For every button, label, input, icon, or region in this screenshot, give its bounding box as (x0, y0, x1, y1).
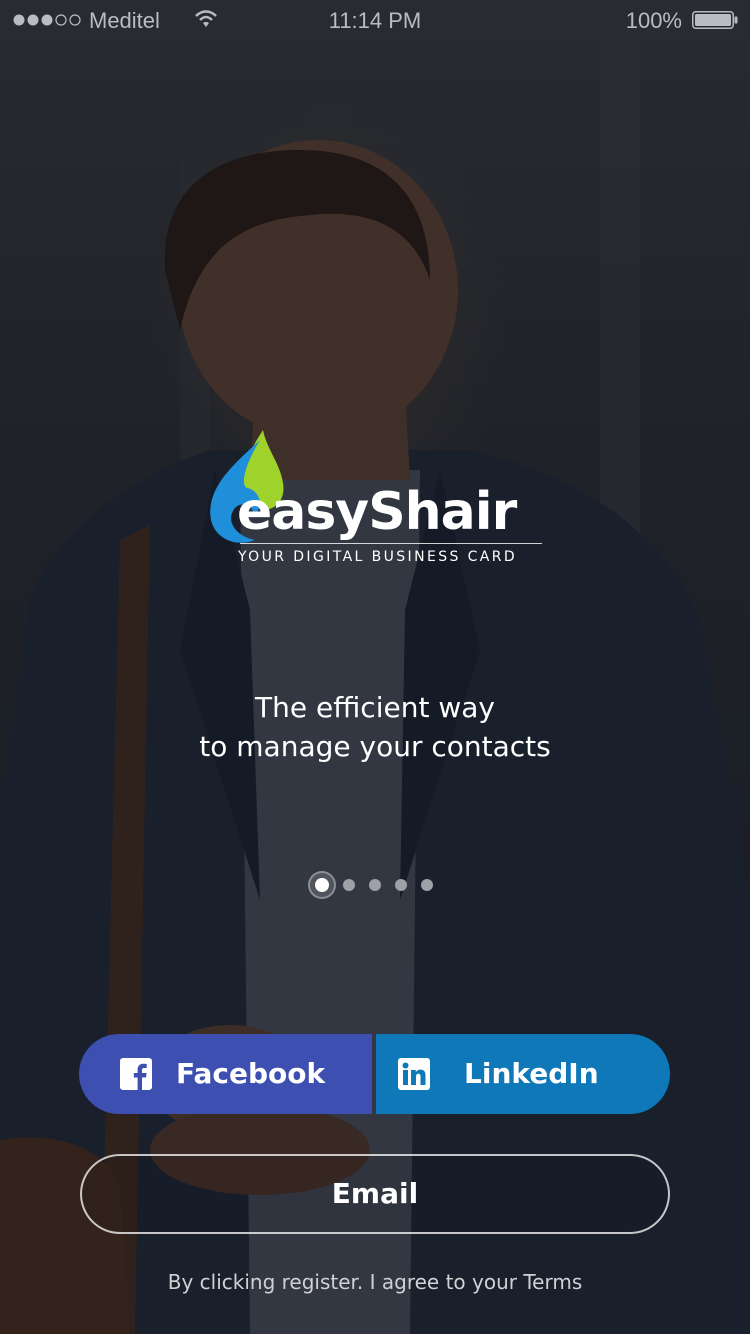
facebook-button-label: Facebook (176, 1057, 326, 1090)
email-login-button[interactable]: Email (80, 1154, 670, 1234)
logo-tagline: YOUR DIGITAL BUSINESS CARD (238, 549, 518, 565)
onboarding-screen: Meditel 11:14 PM 100% easyShair YOUR DIG… (0, 0, 750, 1334)
linkedin-button-label: LinkedIn (464, 1057, 599, 1090)
page-dot[interactable] (343, 879, 355, 891)
facebook-icon (120, 1058, 152, 1090)
social-login-buttons: Facebook LinkedIn (79, 1034, 670, 1114)
logo-divider (240, 543, 542, 544)
headline-line-2: to manage your contacts (199, 730, 551, 763)
page-dot[interactable] (395, 879, 407, 891)
logo-wordmark: easyShair (237, 482, 517, 542)
page-dot[interactable] (369, 879, 381, 891)
headline: The efficient way to manage your contact… (0, 688, 750, 766)
terms-text[interactable]: By clicking register. I agree to your Te… (0, 1270, 750, 1294)
dark-overlay (0, 0, 750, 1334)
linkedin-login-button[interactable]: LinkedIn (376, 1034, 670, 1114)
facebook-login-button[interactable]: Facebook (79, 1034, 372, 1114)
app-logo: easyShair YOUR DIGITAL BUSINESS CARD (205, 428, 550, 573)
battery-icon (692, 11, 738, 29)
linkedin-icon (398, 1058, 430, 1090)
page-dot-active[interactable] (308, 871, 336, 899)
page-dot[interactable] (421, 879, 433, 891)
email-button-label: Email (331, 1177, 419, 1210)
headline-line-1: The efficient way (255, 691, 495, 724)
battery-percentage: 100% (625, 8, 682, 33)
status-bar: Meditel 11:14 PM 100% (0, 0, 750, 40)
